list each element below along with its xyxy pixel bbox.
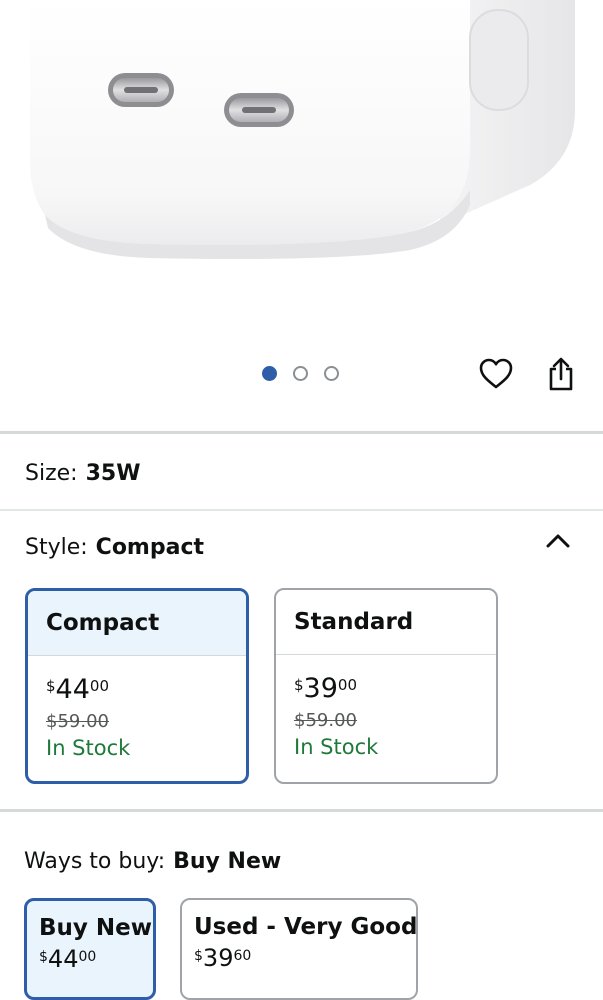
price-whole: 44 [47,945,79,973]
price-fraction: 00 [78,949,97,965]
product-image[interactable] [0,0,603,340]
price-currency: $ [294,676,304,694]
price-fraction: 00 [337,676,357,694]
usb-c-dual-charger-image [30,0,575,259]
price-currency: $ [46,677,56,695]
price-fraction: 00 [89,677,109,695]
section-divider [0,431,603,434]
heart-icon [479,358,513,389]
style-option-standard[interactable]: Standard $39 00 $59.00 In Stock [274,588,498,784]
style-option-name: Compact [28,591,246,656]
share-icon [549,357,573,391]
style-option-name: Standard [276,590,496,655]
chevron-up-icon[interactable] [544,530,572,550]
buy-option-name: Used - Very Good [194,914,418,940]
buy-option-price: $39 60 [194,946,416,970]
buy-option-used-very-good[interactable]: Used - Very Good $39 60 [180,898,418,1000]
price-whole: 39 [202,944,234,972]
ways-to-buy-row: Ways to buy: Buy New [24,849,281,874]
price-currency: $ [194,948,203,964]
favorite-button[interactable] [478,356,514,392]
price-whole: 44 [55,674,90,705]
buy-option-price: $44 00 [39,947,153,971]
style-option-price: $39 00 [294,675,496,702]
size-row: Size: 35W [25,461,140,486]
availability-status: In Stock [294,735,379,759]
section-divider [0,509,603,511]
section-divider [0,809,603,812]
price-currency: $ [39,949,48,965]
price-whole: 39 [303,673,338,704]
style-row: Style: Compact [25,535,204,560]
share-button[interactable] [543,356,579,392]
ways-to-buy-value: Buy New [173,849,282,874]
ways-to-buy-label: Ways to buy: [24,849,166,874]
style-value: Compact [95,535,205,560]
style-option-compact[interactable]: Compact $44 00 $59.00 In Stock [25,588,249,784]
carousel-dot-3[interactable] [324,366,339,381]
carousel-dot-2[interactable] [293,366,308,381]
style-option-price: $44 00 [46,676,246,703]
size-value: 35W [85,461,141,486]
buy-option-new[interactable]: Buy New $44 00 [24,898,156,1000]
size-label: Size: [25,461,78,486]
list-price: $59.00 [294,710,357,731]
price-fraction: 60 [233,948,252,964]
buy-option-name: Buy New [39,915,153,941]
list-price: $59.00 [46,711,109,732]
style-label: Style: [25,535,88,560]
availability-status: In Stock [46,736,131,760]
carousel-dot-1[interactable] [262,366,277,381]
image-carousel-dots[interactable] [262,366,339,381]
